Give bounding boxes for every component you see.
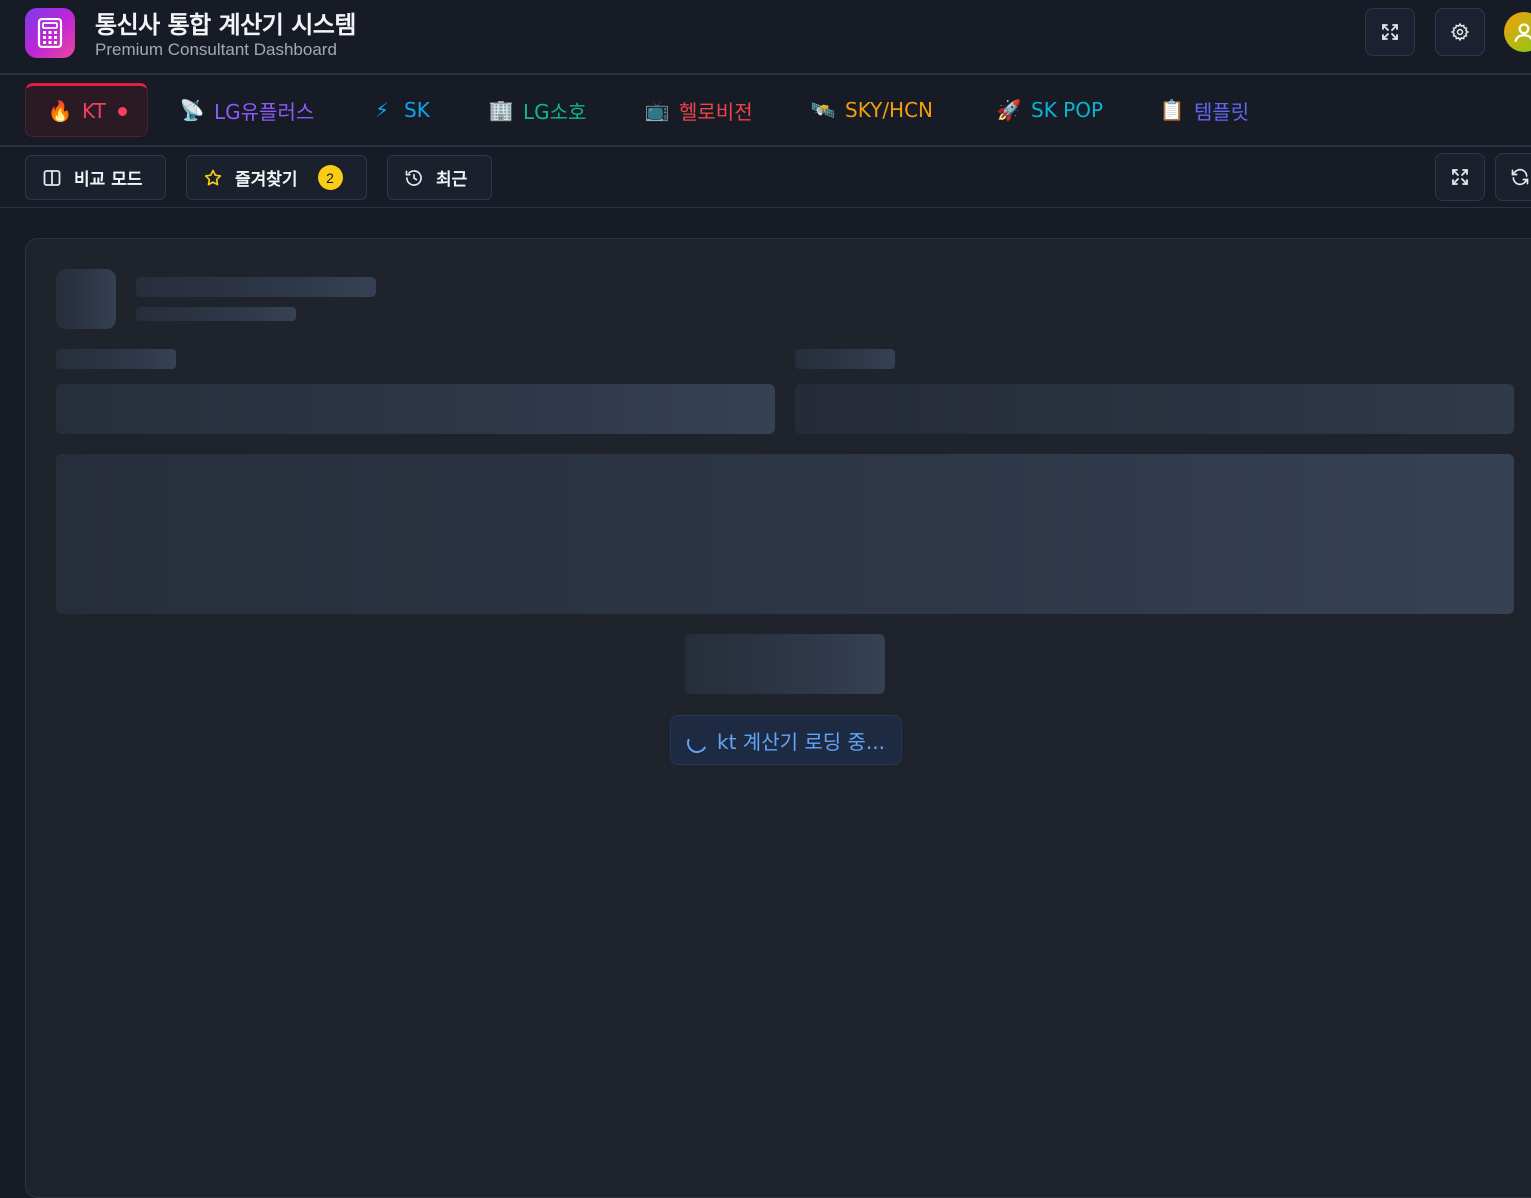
tab-kt[interactable]: 🔥 KT — [25, 83, 148, 137]
satellite-icon: 🛰️ — [810, 98, 836, 122]
skeleton-label — [795, 349, 895, 369]
tab-label: SK POP — [1031, 98, 1104, 122]
fire-icon: 🔥 — [47, 99, 73, 123]
compare-mode-button[interactable]: 비교 모드 — [25, 155, 166, 200]
favorites-button[interactable]: 즐겨찾기 2 — [186, 155, 367, 200]
tab-sk[interactable]: ⚡ SK — [370, 83, 430, 137]
carrier-tabs: 🔥 KT 📡 LG유플러스 ⚡ SK 🏢 LG소호 📺 헬로비전 🛰️ SKY/… — [0, 75, 1531, 147]
app-subtitle: Premium Consultant Dashboard — [95, 40, 337, 59]
skeleton-input — [56, 384, 775, 434]
office-building-icon: 🏢 — [488, 98, 514, 122]
loading-indicator: kt 계산기 로딩 중... — [670, 715, 902, 765]
toolbar: 비교 모드 즐겨찾기 2 최근 — [0, 147, 1531, 208]
columns-icon — [43, 169, 61, 186]
recent-label: 최근 — [436, 170, 468, 190]
tab-hellovision[interactable]: 📺 헬로비전 — [645, 83, 753, 137]
rocket-icon: 🚀 — [996, 98, 1022, 122]
tab-label: LG소호 — [523, 99, 587, 124]
tab-label: KT — [82, 99, 106, 123]
app-title: 통신사 통합 계산기 시스템 — [95, 11, 356, 39]
tab-label: SK — [404, 98, 430, 122]
skeleton-label — [56, 349, 176, 369]
tab-lg-uplus[interactable]: 📡 LG유플러스 — [179, 83, 315, 137]
clipboard-icon: 📋 — [1159, 98, 1185, 122]
skeleton-avatar — [56, 269, 116, 329]
skeleton-content-block — [56, 454, 1514, 614]
tab-label: LG유플러스 — [214, 99, 315, 124]
settings-button[interactable] — [1435, 8, 1485, 56]
tab-label: SKY/HCN — [845, 98, 934, 122]
refresh-button[interactable] — [1495, 153, 1531, 201]
skeleton-subtitle — [136, 307, 296, 321]
skeleton-button — [685, 634, 885, 694]
avatar[interactable] — [1504, 12, 1531, 52]
gear-icon — [1450, 22, 1470, 42]
tab-sky-hcn[interactable]: 🛰️ SKY/HCN — [811, 83, 933, 137]
tab-label: 헬로비전 — [679, 99, 753, 124]
tab-label: 템플릿 — [1194, 99, 1250, 124]
spinner-icon — [684, 730, 710, 756]
app-header: 통신사 통합 계산기 시스템 Premium Consultant Dashbo… — [0, 0, 1531, 75]
favorites-count-badge: 2 — [317, 165, 343, 190]
tab-lg-soho[interactable]: 🏢 LG소호 — [488, 83, 587, 137]
calculator-icon — [25, 8, 75, 58]
fullscreen-icon — [1452, 169, 1468, 185]
fullscreen-button[interactable] — [1365, 8, 1415, 56]
lightning-icon: ⚡ — [374, 98, 390, 122]
star-icon — [204, 169, 222, 185]
tab-template[interactable]: 📋 템플릿 — [1159, 83, 1250, 137]
compare-mode-label: 비교 모드 — [74, 170, 143, 190]
television-icon: 📺 — [644, 98, 670, 122]
history-icon — [405, 169, 422, 186]
loading-text: kt 계산기 로딩 중... — [717, 729, 885, 754]
calculator-card: kt 계산기 로딩 중... — [25, 238, 1531, 1198]
fullscreen-icon — [1382, 24, 1398, 40]
recent-button[interactable]: 최근 — [387, 155, 492, 200]
user-icon — [1514, 23, 1531, 43]
favorites-label: 즐겨찾기 — [235, 170, 298, 190]
skeleton-input — [795, 384, 1514, 434]
expand-button[interactable] — [1435, 153, 1485, 201]
tab-sk-pop[interactable]: 🚀 SK POP — [997, 83, 1103, 137]
active-dot — [117, 106, 127, 116]
skeleton-title — [136, 277, 376, 297]
refresh-icon — [1511, 168, 1529, 186]
satellite-dish-icon: 📡 — [179, 98, 205, 122]
